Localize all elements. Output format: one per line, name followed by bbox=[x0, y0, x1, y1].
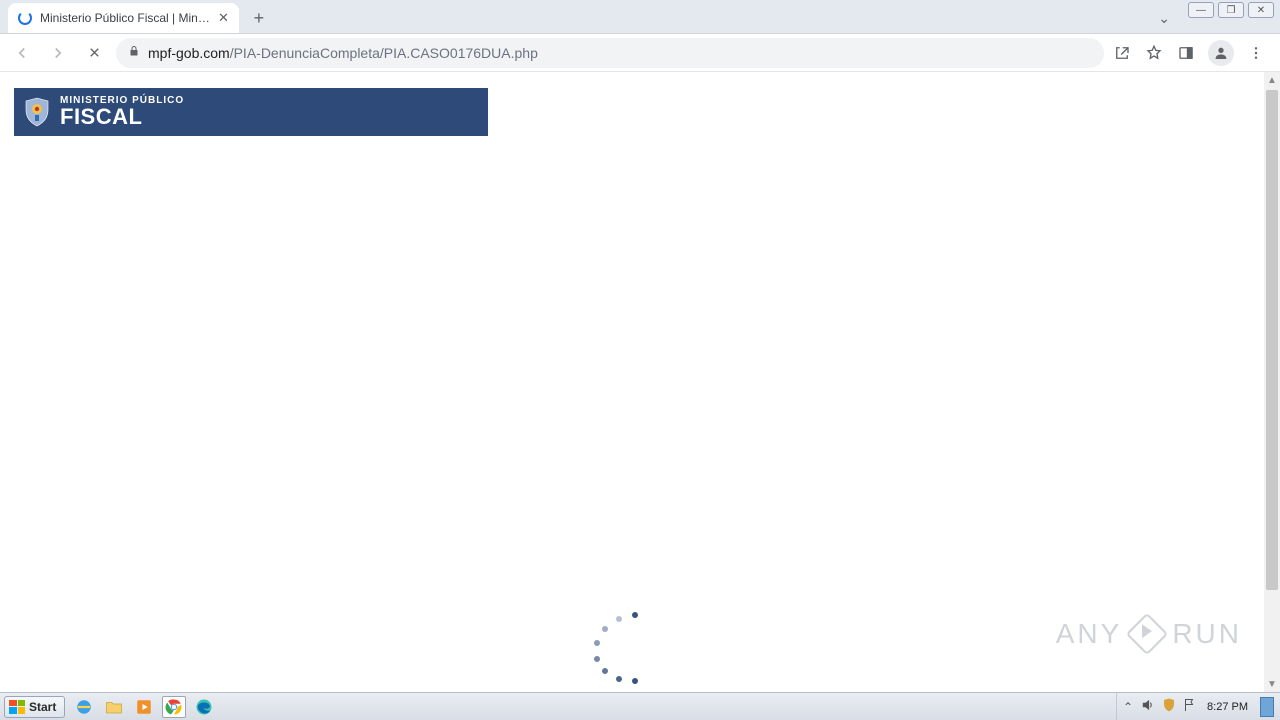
taskbar-chrome-icon[interactable] bbox=[162, 696, 186, 718]
tray-clock[interactable]: 8:27 PM bbox=[1203, 701, 1252, 713]
close-tab-icon[interactable]: ✕ bbox=[218, 10, 229, 26]
kebab-menu-icon[interactable] bbox=[1246, 43, 1266, 63]
side-panel-icon[interactable] bbox=[1176, 43, 1196, 63]
profile-avatar-icon[interactable] bbox=[1208, 40, 1234, 66]
taskbar-edge-icon[interactable] bbox=[192, 696, 216, 718]
nav-forward-button[interactable] bbox=[44, 39, 72, 67]
lock-icon bbox=[128, 45, 140, 60]
banner-label-main: FISCAL bbox=[60, 106, 184, 128]
page-viewport: MINISTERIO PÚBLICO FISCAL ANY RUN ▲ ▼ bbox=[0, 72, 1280, 692]
watermark-left: ANY bbox=[1056, 618, 1123, 650]
tray-volume-icon[interactable] bbox=[1141, 698, 1155, 715]
loading-favicon-icon bbox=[18, 11, 32, 25]
tray-flag-icon[interactable] bbox=[1183, 698, 1195, 715]
tabs-dropdown-icon[interactable]: ⌄ bbox=[1158, 10, 1170, 27]
start-button[interactable]: Start bbox=[4, 696, 65, 718]
share-icon[interactable] bbox=[1112, 43, 1132, 63]
watermark-play-icon bbox=[1126, 613, 1168, 655]
nav-back-button[interactable] bbox=[8, 39, 36, 67]
nav-stop-button[interactable] bbox=[80, 39, 108, 67]
tray-shield-icon[interactable] bbox=[1163, 698, 1175, 715]
site-banner-text: MINISTERIO PÚBLICO FISCAL bbox=[60, 96, 184, 128]
vertical-scrollbar[interactable]: ▲ ▼ bbox=[1264, 72, 1280, 692]
new-tab-button[interactable]: + bbox=[245, 4, 273, 32]
taskbar-explorer-icon[interactable] bbox=[102, 696, 126, 718]
bookmark-star-icon[interactable] bbox=[1144, 43, 1164, 63]
address-bar[interactable]: mpf-gob.com/PIA-DenunciaCompleta/PIA.CAS… bbox=[116, 38, 1104, 68]
windows-taskbar: Start ⌃ 8:27 PM bbox=[0, 692, 1280, 720]
watermark-right: RUN bbox=[1172, 618, 1242, 650]
window-maximize-button[interactable]: ❐ bbox=[1218, 2, 1244, 18]
tab-title: Ministerio Público Fiscal | Ministerio P bbox=[40, 11, 210, 25]
window-minimize-button[interactable]: ― bbox=[1188, 2, 1214, 18]
scroll-down-icon[interactable]: ▼ bbox=[1264, 676, 1280, 692]
system-tray: ⌃ 8:27 PM bbox=[1116, 693, 1280, 720]
url-path: /PIA-DenunciaCompleta/PIA.CASO0176DUA.ph… bbox=[230, 45, 538, 61]
site-banner: MINISTERIO PÚBLICO FISCAL bbox=[14, 88, 488, 136]
scroll-up-icon[interactable]: ▲ bbox=[1264, 72, 1280, 88]
start-label: Start bbox=[29, 700, 56, 714]
taskbar-ie-icon[interactable] bbox=[72, 696, 96, 718]
url-host: mpf-gob.com bbox=[148, 45, 230, 61]
tray-expand-icon[interactable]: ⌃ bbox=[1123, 700, 1133, 714]
browser-titlebar: Ministerio Público Fiscal | Ministerio P… bbox=[0, 0, 1280, 34]
anyrun-watermark: ANY RUN bbox=[1056, 618, 1242, 650]
browser-tab[interactable]: Ministerio Público Fiscal | Ministerio P… bbox=[8, 3, 239, 33]
window-close-button[interactable]: ✕ bbox=[1248, 2, 1274, 18]
coat-of-arms-icon bbox=[24, 97, 50, 127]
toolbar-right bbox=[1112, 40, 1272, 66]
window-controls: ― ❐ ✕ bbox=[1188, 2, 1274, 18]
browser-toolbar: mpf-gob.com/PIA-DenunciaCompleta/PIA.CAS… bbox=[0, 34, 1280, 72]
windows-logo-icon bbox=[9, 700, 25, 714]
show-desktop-button[interactable] bbox=[1260, 697, 1274, 717]
taskbar-media-icon[interactable] bbox=[132, 696, 156, 718]
scroll-thumb[interactable] bbox=[1266, 90, 1278, 590]
loading-spinner-icon bbox=[590, 612, 650, 672]
